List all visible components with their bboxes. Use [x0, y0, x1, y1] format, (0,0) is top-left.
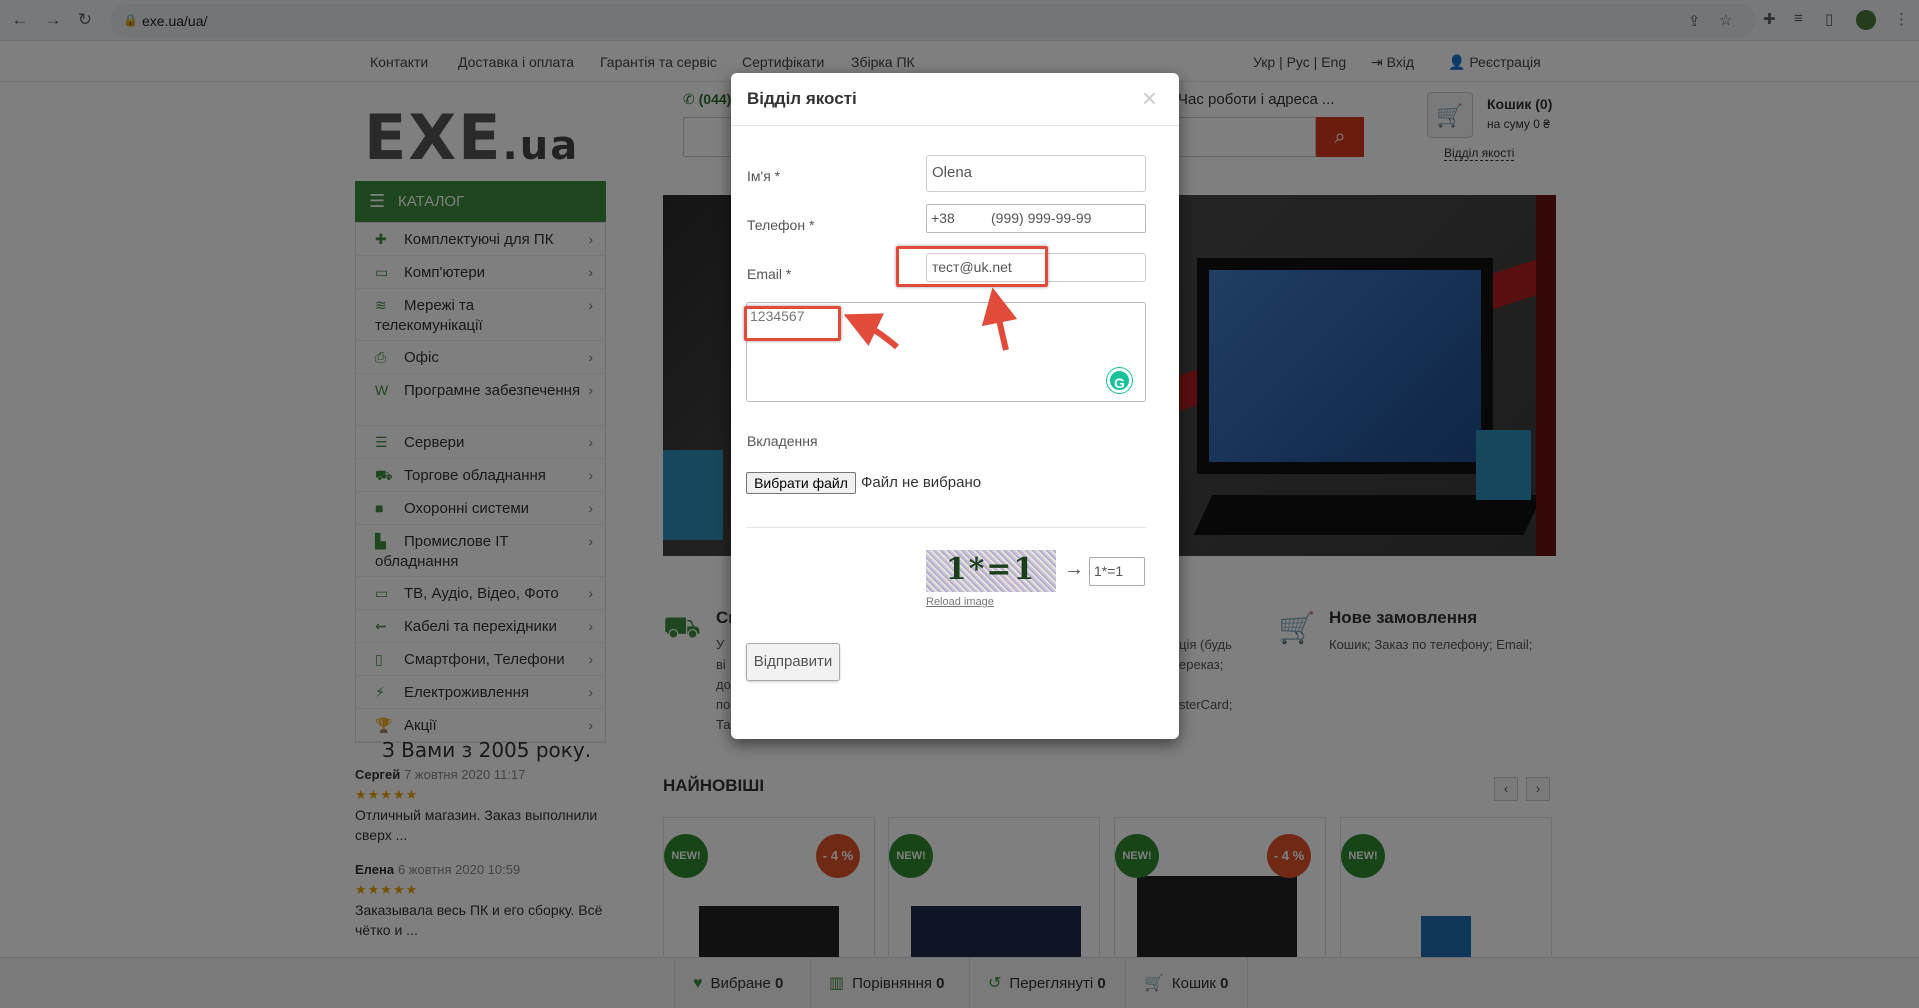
- phone-field[interactable]: +38 (999) 999-99-99: [926, 204, 1146, 233]
- captcha-image: 1*=1: [926, 550, 1056, 592]
- phone-mask: (999) 999-99-99: [991, 210, 1092, 226]
- captcha-input[interactable]: 1*=1: [1089, 557, 1145, 586]
- name-field[interactable]: Olena: [926, 155, 1146, 192]
- close-icon[interactable]: ×: [1142, 85, 1157, 111]
- modal-header: Відділ якості ×: [731, 73, 1179, 126]
- grammarly-icon[interactable]: G: [1107, 368, 1132, 393]
- attachment-label: Вкладення: [747, 433, 818, 449]
- reload-image-link[interactable]: Reload image: [926, 596, 994, 608]
- divider: [746, 527, 1146, 528]
- phone-prefix: +38: [931, 210, 955, 226]
- file-status: Файл не вибрано: [861, 474, 982, 491]
- choose-file-button[interactable]: Вибрати файл: [746, 472, 856, 494]
- arrow-right-icon: →: [1064, 558, 1084, 580]
- message-highlight-box: [744, 306, 841, 341]
- phone-label: Телефон *: [747, 217, 815, 233]
- email-highlight-box: [896, 246, 1048, 287]
- email-label: Email *: [747, 266, 792, 282]
- submit-button[interactable]: Відправити: [746, 643, 840, 681]
- quality-dept-modal: Відділ якості × Ім'я * Olena Телефон * +…: [731, 73, 1179, 739]
- name-label: Ім'я *: [747, 168, 781, 184]
- modal-title: Відділ якості: [747, 89, 857, 108]
